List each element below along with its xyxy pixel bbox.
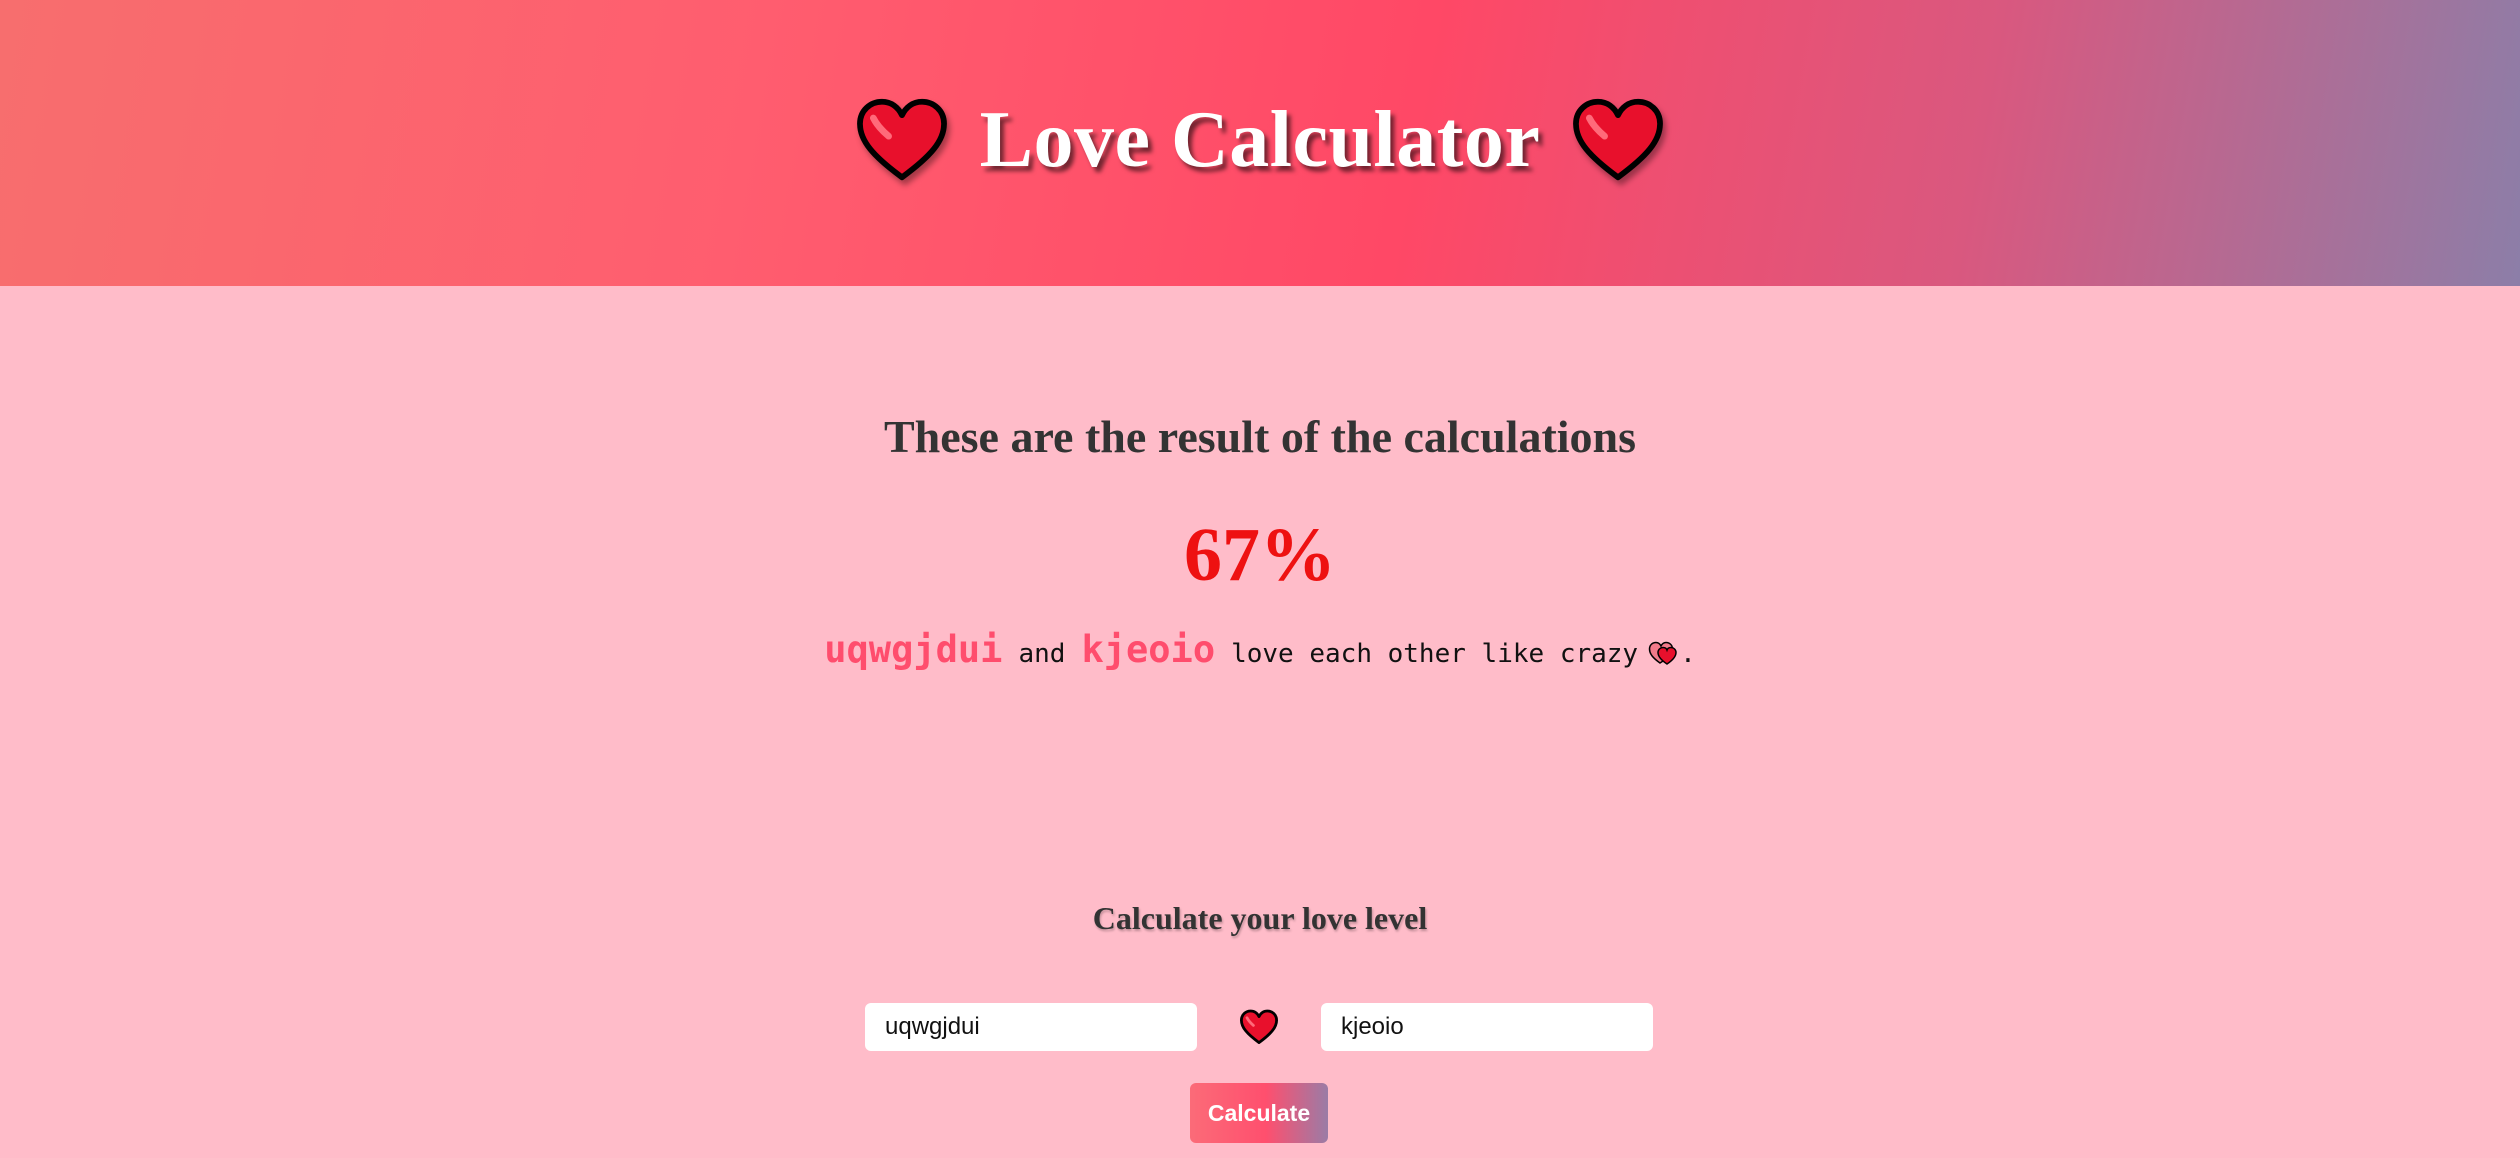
first-name-input[interactable] bbox=[865, 1003, 1197, 1051]
result-message: love each other like crazy bbox=[1231, 639, 1638, 669]
heart-icon bbox=[1570, 97, 1666, 183]
result-name-b: kjeoio bbox=[1081, 628, 1216, 671]
form-heading: Calculate your love level bbox=[1092, 900, 1428, 936]
result-message-end: . bbox=[1648, 636, 1696, 669]
result-name-a: uqwgjdui bbox=[824, 628, 1003, 671]
result-heading: These are the result of the calculations bbox=[883, 411, 1637, 462]
result-connector: and bbox=[1018, 639, 1066, 669]
result-message-text: love each other like crazy bbox=[1231, 639, 1639, 669]
heart-icon bbox=[854, 97, 950, 183]
result-percent: 67% bbox=[1184, 513, 1336, 597]
app-header: Love Calculator bbox=[0, 0, 2520, 286]
result-period: . bbox=[1680, 639, 1696, 669]
heart-icon bbox=[1239, 1009, 1279, 1045]
calculate-button[interactable]: Calculate bbox=[1190, 1083, 1328, 1143]
app-title: Love Calculator bbox=[979, 95, 1541, 184]
header-title-group: Love Calculator bbox=[854, 95, 1667, 186]
two-hearts-icon bbox=[1648, 636, 1680, 665]
result-sentence: uqwgjdui and kjeoio love each other like… bbox=[0, 628, 2520, 671]
name-form-row bbox=[865, 1002, 1653, 1052]
second-name-input[interactable] bbox=[1321, 1003, 1653, 1051]
